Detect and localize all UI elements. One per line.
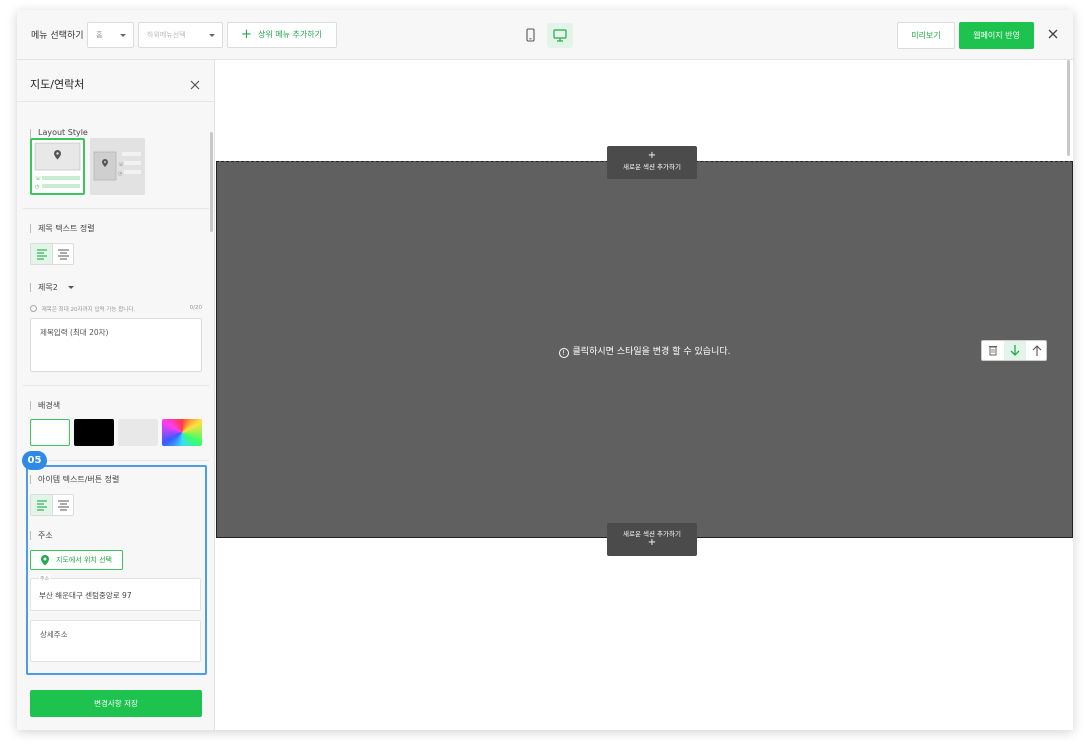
trash-icon xyxy=(989,346,997,356)
arrow-down-icon xyxy=(1010,345,1020,356)
plus-icon: + xyxy=(647,537,657,548)
top-toolbar: 메뉴 선택하기 홈 하위메뉴선택 + 상위 메뉴 추가하기 미리보기 웹페이지 … xyxy=(17,10,1073,60)
add-top-menu-button[interactable]: + 상위 메뉴 추가하기 xyxy=(227,22,337,48)
mobile-view-button[interactable] xyxy=(517,23,543,48)
map-pick-button[interactable]: 지도에서 위치 선택 xyxy=(30,550,123,570)
address-label: 주소 xyxy=(30,530,53,541)
divider xyxy=(23,385,209,386)
chevron-down-icon xyxy=(120,34,126,37)
section-hint-text: 클릭하시면 스타일을 변경 할 수 있습니다. xyxy=(572,347,731,357)
align-left-button[interactable] xyxy=(31,244,53,264)
save-changes-button[interactable]: 변경사항 저장 xyxy=(30,690,202,717)
editor-window: 메뉴 선택하기 홈 하위메뉴선택 + 상위 메뉴 추가하기 미리보기 웹페이지 … xyxy=(17,10,1073,730)
chevron-down-icon xyxy=(209,34,215,37)
section-toolbar xyxy=(981,340,1047,361)
plus-icon: + xyxy=(647,150,657,161)
add-section-label: 새로운 섹션 추가하기 xyxy=(623,530,681,538)
heading-select-value: 제목2 xyxy=(38,283,58,292)
align-center-icon xyxy=(58,500,69,511)
canvas-scrollbar[interactable] xyxy=(1067,60,1070,156)
svg-text:◷: ◷ xyxy=(35,184,40,190)
preview-button[interactable]: 미리보기 xyxy=(897,22,955,49)
desktop-icon xyxy=(553,29,567,42)
item-align-label: 아이템 텍스트/버튼 정렬 xyxy=(30,474,119,485)
layout-side-thumbnail: ☏ ◷ xyxy=(93,151,141,181)
add-section-bottom-button[interactable]: 새로운 섹션 추가하기 + xyxy=(607,523,697,556)
add-section-label: 새로운 섹션 추가하기 xyxy=(623,163,681,171)
menu-select[interactable]: 홈 xyxy=(87,22,134,48)
heading-select[interactable]: 제목2 xyxy=(30,282,75,293)
divider xyxy=(23,460,209,461)
map-pick-label: 지도에서 위치 선택 xyxy=(56,556,112,564)
info-icon: ! xyxy=(558,348,569,358)
layout-stacked-thumbnail: ☏ ◷ xyxy=(34,142,81,190)
chevron-down-icon xyxy=(68,286,75,289)
step-badge: 05 xyxy=(22,451,47,470)
detail-address-field[interactable]: 상세주소 xyxy=(30,620,201,662)
align-left-icon xyxy=(37,500,47,511)
svg-text:☏: ☏ xyxy=(118,162,124,168)
menu-select-value: 홈 xyxy=(96,31,103,39)
align-center-icon xyxy=(58,249,69,260)
bg-color-black[interactable] xyxy=(74,419,114,446)
map-pin-icon xyxy=(41,555,49,566)
title-input-placeholder: 제목입력 (최대 20자) xyxy=(40,328,109,337)
title-hint: 제목은 최대 20자까지 입력 가능 합니다. 0/20 xyxy=(30,305,202,313)
add-section-top-button[interactable]: + 새로운 섹션 추가하기 xyxy=(607,146,697,179)
move-down-button[interactable] xyxy=(1004,341,1026,360)
close-icon xyxy=(190,80,200,90)
close-icon xyxy=(1048,29,1058,39)
submenu-select-placeholder: 하위메뉴선택 xyxy=(147,31,186,39)
sidebar-close-button[interactable] xyxy=(189,76,201,90)
plus-icon: + xyxy=(241,27,252,42)
sidebar-scrollbar[interactable] xyxy=(210,132,213,232)
svg-text:☏: ☏ xyxy=(35,176,41,182)
layout-style-label: Layout Style xyxy=(30,128,88,138)
publish-button[interactable]: 웹페이지 반영 xyxy=(959,22,1034,49)
bg-color-picker[interactable] xyxy=(162,419,202,446)
info-icon xyxy=(30,305,37,312)
move-up-button[interactable] xyxy=(1026,341,1048,360)
bg-color-gray[interactable] xyxy=(118,419,158,446)
title-align-label: 제목 텍스트 정렬 xyxy=(30,223,95,234)
menu-select-label: 메뉴 선택하기 xyxy=(31,31,84,41)
section-hint: ! 클릭하시면 스타일을 변경 할 수 있습니다. xyxy=(217,344,1072,358)
item-align-group xyxy=(30,494,74,516)
detail-address-placeholder: 상세주소 xyxy=(40,630,68,639)
align-left-button[interactable] xyxy=(31,495,53,515)
align-left-icon xyxy=(37,249,47,260)
align-center-button[interactable] xyxy=(53,495,74,515)
close-editor-button[interactable] xyxy=(1045,26,1061,42)
sidebar-title: 지도/연락처 xyxy=(30,78,85,91)
align-center-button[interactable] xyxy=(53,244,74,264)
layout-option-stacked[interactable]: ☏ ◷ xyxy=(30,138,85,195)
add-top-menu-label: 상위 메뉴 추가하기 xyxy=(258,30,322,39)
delete-section-button[interactable] xyxy=(982,341,1004,360)
title-align-group xyxy=(30,243,74,265)
address-field[interactable]: 부산 해운대구 센텀중앙로 97 xyxy=(30,578,201,611)
selected-section[interactable]: ! 클릭하시면 스타일을 변경 할 수 있습니다. xyxy=(216,161,1073,538)
address-floating-label: 주소 xyxy=(39,575,51,582)
svg-text:◷: ◷ xyxy=(118,171,123,177)
submenu-select[interactable]: 하위메뉴선택 xyxy=(138,22,223,48)
address-value: 부산 해운대구 센텀중앙로 97 xyxy=(39,591,132,600)
arrow-up-icon xyxy=(1032,345,1042,356)
bg-color-white[interactable] xyxy=(30,419,70,446)
title-input[interactable]: 제목입력 (최대 20자) xyxy=(30,318,202,372)
desktop-view-button[interactable] xyxy=(547,23,573,48)
divider xyxy=(17,101,215,102)
title-char-count: 0/20 xyxy=(189,305,202,311)
mobile-icon xyxy=(526,28,535,42)
title-hint-text: 제목은 최대 20자까지 입력 가능 합니다. xyxy=(41,307,136,313)
layout-option-side[interactable]: ☏ ◷ xyxy=(90,138,145,195)
divider xyxy=(23,208,209,209)
bg-color-label: 배경색 xyxy=(30,400,60,411)
